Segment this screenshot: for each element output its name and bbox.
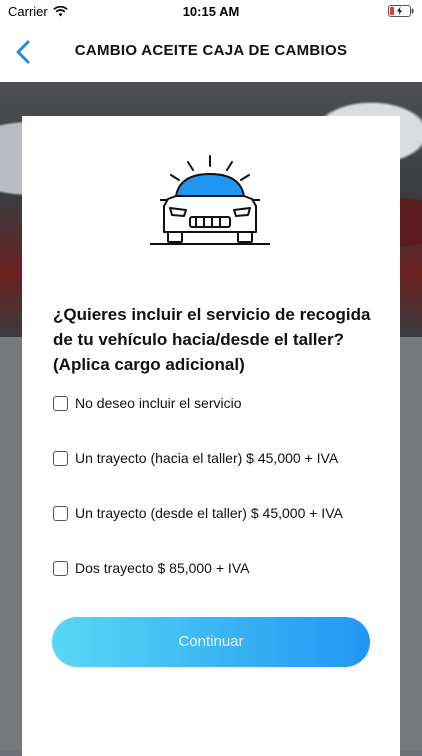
page-title: CAMBIO ACEITE CAJA DE CAMBIOS bbox=[74, 42, 348, 59]
checkbox[interactable] bbox=[53, 560, 68, 576]
option-label: No deseo incluir el servicio bbox=[75, 395, 242, 411]
option-round-trip[interactable]: Dos trayecto $ 85,000 + IVA bbox=[53, 560, 249, 576]
service-option-card: ¿Quieres incluir el servicio de recogida… bbox=[22, 116, 400, 756]
status-time: 10:15 AM bbox=[182, 4, 240, 19]
checkbox[interactable] bbox=[53, 450, 68, 466]
pickup-question: ¿Quieres incluir el servicio de recogida… bbox=[53, 305, 371, 374]
navigation-bar: CAMBIO ACEITE CAJA DE CAMBIOS bbox=[0, 24, 422, 82]
battery-icon bbox=[388, 5, 414, 17]
option-label: Dos trayecto $ 85,000 + IVA bbox=[75, 560, 250, 576]
car-wash-icon bbox=[150, 155, 270, 245]
option-trip-to-shop[interactable]: Un trayecto (hacia el taller) $ 45,000 +… bbox=[53, 450, 338, 466]
option-no-service[interactable]: No deseo incluir el servicio bbox=[53, 395, 242, 411]
continue-button[interactable]: Continuar bbox=[52, 617, 370, 667]
status-bar: Carrier 10:15 AM bbox=[0, 0, 422, 24]
checkbox[interactable] bbox=[53, 395, 68, 411]
option-label: Un trayecto (hacia el taller) $ 45,000 +… bbox=[75, 450, 339, 466]
checkbox[interactable] bbox=[53, 505, 68, 521]
option-trip-from-shop[interactable]: Un trayecto (desde el taller) $ 45,000 +… bbox=[53, 505, 343, 521]
option-label: Un trayecto (desde el taller) $ 45,000 +… bbox=[75, 505, 343, 521]
